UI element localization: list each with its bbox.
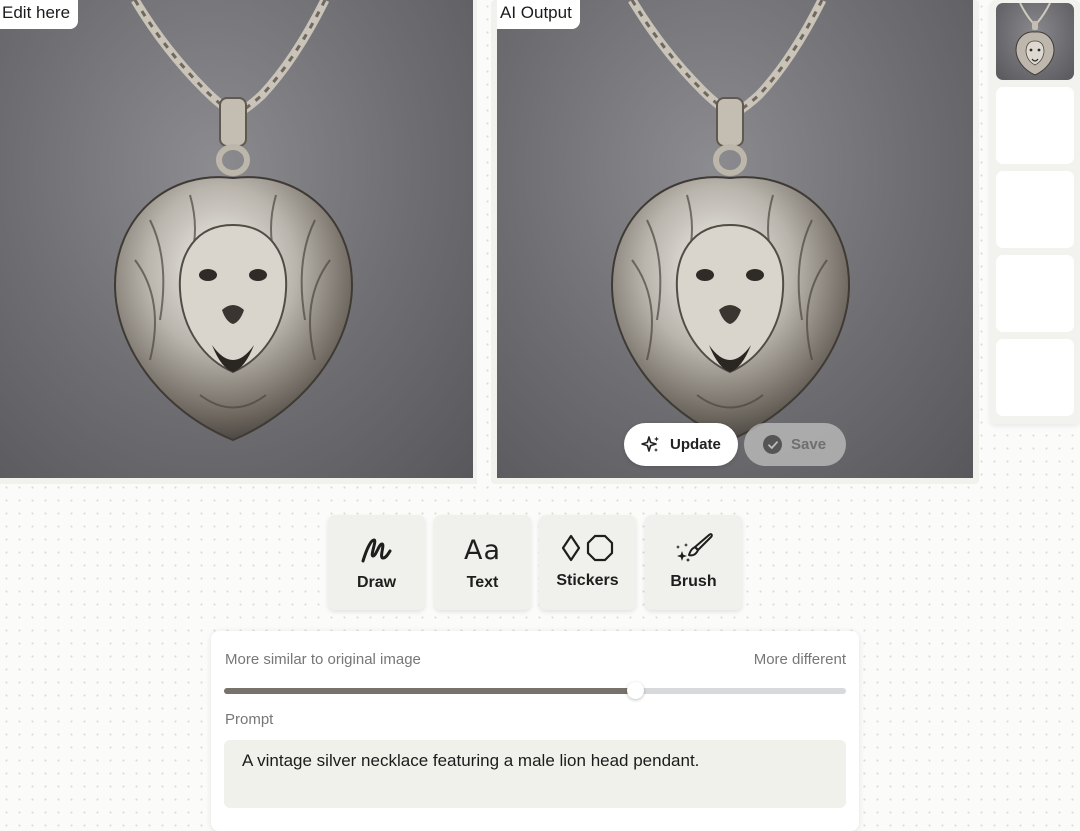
draw-tool-label: Draw xyxy=(356,574,397,591)
stickers-tool-label: Stickers xyxy=(556,572,619,589)
prompt-input[interactable]: A vintage silver necklace featuring a ma… xyxy=(224,740,846,808)
save-button-label: Save xyxy=(791,436,827,453)
draw-icon xyxy=(361,538,391,563)
output-canvas-label: AI Output xyxy=(497,0,580,29)
brush-tool-label: Brush xyxy=(670,573,717,590)
similarity-label-left: More similar to original image xyxy=(225,651,421,668)
similarity-slider-thumb[interactable] xyxy=(626,682,644,699)
thumbnail-1[interactable] xyxy=(996,3,1074,80)
lion-pendant-thumbnail xyxy=(1015,3,1055,76)
brush-tool-button[interactable]: Brush xyxy=(645,515,742,610)
update-button-label: Update xyxy=(670,436,721,453)
generation-settings-panel: More similar to original image More diff… xyxy=(211,631,859,831)
output-canvas: AI Output xyxy=(497,0,973,478)
lion-pendant-image xyxy=(113,0,354,442)
text-tool-button[interactable]: Aa Text xyxy=(434,515,531,610)
brush-icon xyxy=(675,533,713,562)
thumbnail-strip xyxy=(990,0,1080,424)
stickers-icon xyxy=(561,534,613,562)
similarity-slider-fill xyxy=(224,688,635,694)
prompt-label: Prompt xyxy=(225,711,274,728)
text-tool-label: Text xyxy=(466,574,499,591)
save-button[interactable]: Save xyxy=(744,423,846,466)
thumbnail-5[interactable] xyxy=(996,339,1074,416)
text-icon: Aa xyxy=(463,534,501,566)
sparkle-icon xyxy=(641,435,659,452)
edit-canvas-label: Edit here xyxy=(0,0,79,29)
lion-pendant-output-image xyxy=(610,0,851,442)
thumbnail-3[interactable] xyxy=(996,171,1074,248)
thumbnail-4[interactable] xyxy=(996,255,1074,332)
thumbnail-2[interactable] xyxy=(996,87,1074,164)
similarity-slider[interactable] xyxy=(224,682,846,699)
stickers-tool-button[interactable]: Stickers xyxy=(539,515,636,610)
update-button[interactable]: Update xyxy=(624,423,738,466)
similarity-label-right: More different xyxy=(753,651,846,668)
edit-canvas[interactable]: Edit here xyxy=(0,0,473,478)
check-circle-icon xyxy=(763,435,782,454)
draw-tool-button[interactable]: Draw xyxy=(328,515,425,610)
